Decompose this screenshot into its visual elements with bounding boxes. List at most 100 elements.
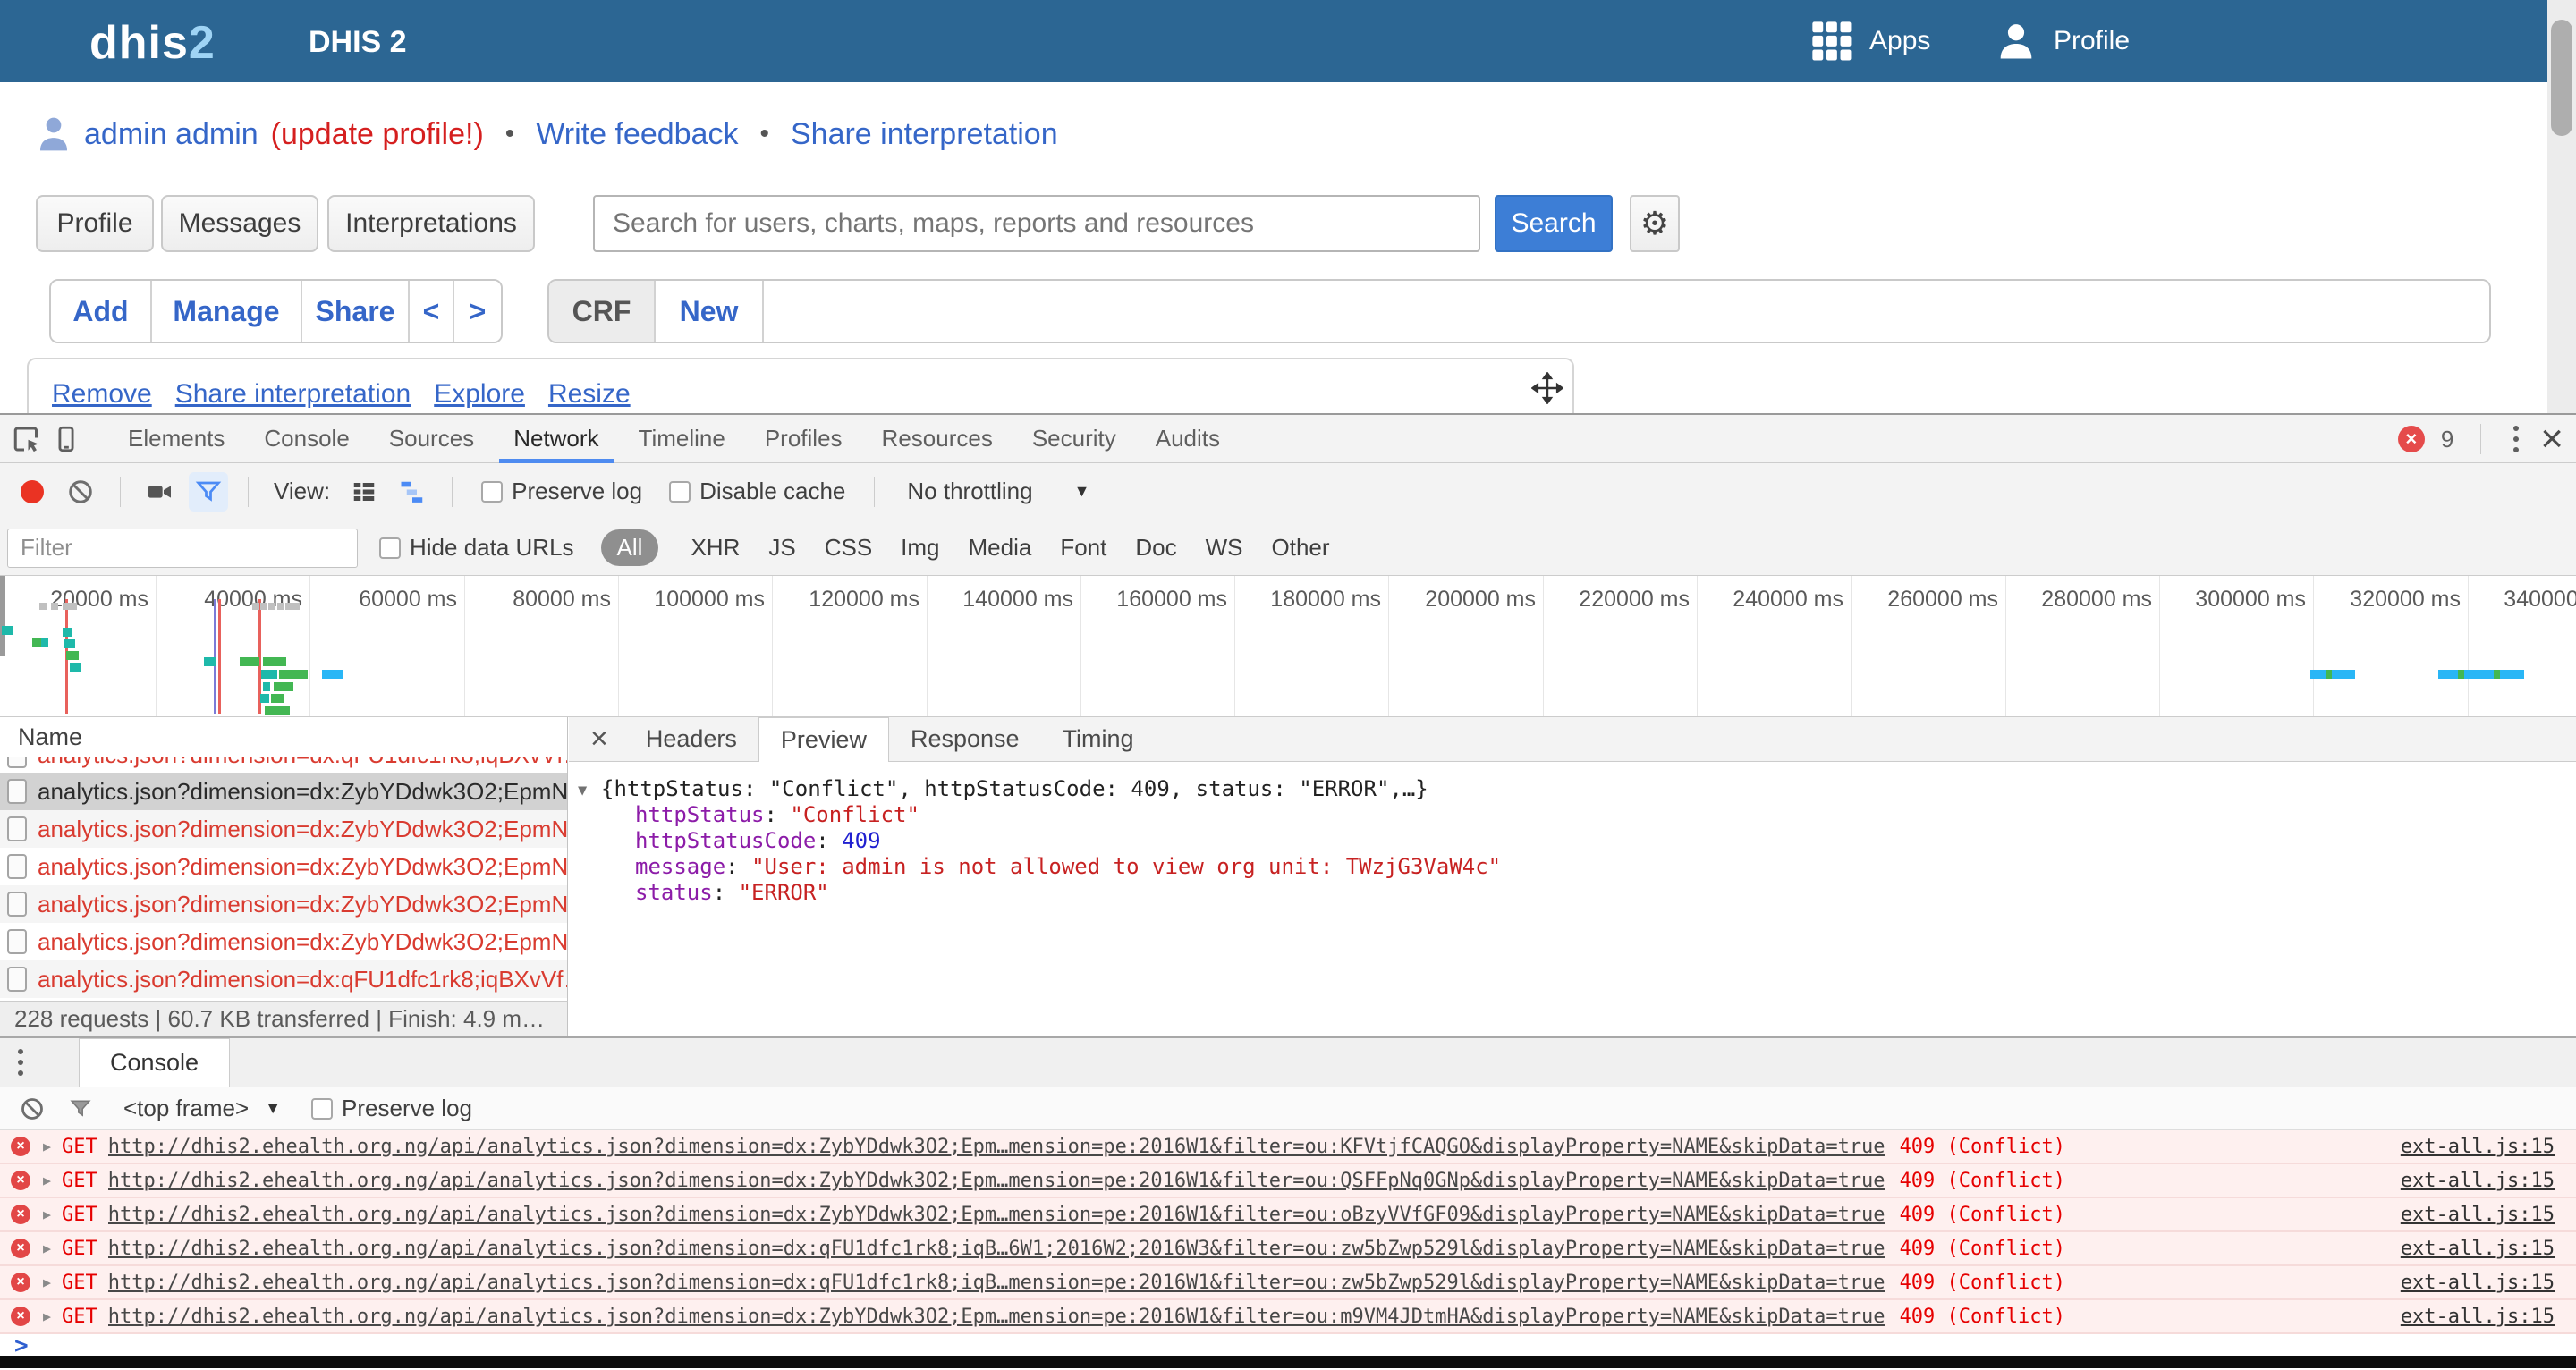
request-url-link[interactable]: http://dhis2.ehealth.org.ng/api/analytic… [108,1306,1885,1328]
request-url-link[interactable]: http://dhis2.ehealth.org.ng/api/analytic… [108,1170,1885,1192]
preserve-log-checkbox[interactable]: Preserve log [481,478,642,505]
dhis2-logo[interactable]: dhis2 [89,16,216,70]
clear-icon[interactable] [61,472,100,512]
settings-button[interactable]: ⚙ [1630,195,1680,252]
devtools-tab[interactable]: Network [494,415,618,463]
detail-tab[interactable]: Timing [1041,717,1156,761]
tab-console[interactable]: Console [79,1038,230,1087]
filter-type[interactable]: Doc [1121,534,1191,562]
interpretations-button[interactable]: Interpretations [327,195,535,252]
profile-menu-button[interactable]: Profile [1993,0,2130,82]
detail-tab[interactable]: Preview [758,717,889,762]
scrollbar-thumb[interactable] [2551,20,2572,136]
source-location-link[interactable]: ext-all.js:15 [2401,1272,2555,1294]
expand-icon[interactable]: ▶ [43,1240,51,1256]
view-list-icon[interactable] [344,472,384,512]
filter-type[interactable]: JS [754,534,809,562]
source-location-link[interactable]: ext-all.js:15 [2401,1170,2555,1192]
close-detail-icon[interactable]: × [578,722,621,757]
source-location-link[interactable]: ext-all.js:15 [2401,1204,2555,1226]
filter-type[interactable]: CSS [810,534,886,562]
filter-type[interactable]: WS [1191,534,1258,562]
network-filter-input[interactable] [7,529,358,568]
network-request-row[interactable]: analytics.json?dimension=dx:qFU1dfc1rk8;… [0,757,567,773]
expand-icon[interactable]: ▶ [43,1138,51,1154]
checkbox-icon[interactable] [481,481,503,503]
expand-icon[interactable]: ▶ [43,1274,51,1290]
record-icon[interactable] [13,472,52,512]
request-url-link[interactable]: http://dhis2.ehealth.org.ng/api/analytic… [108,1204,1885,1226]
next-button[interactable]: > [454,281,501,342]
apps-menu-button[interactable]: Apps [1809,0,1930,82]
messages-button[interactable]: Messages [161,195,318,252]
devtools-tab[interactable]: Security [1013,415,1136,463]
console-filter-icon[interactable] [61,1089,100,1129]
clear-console-icon[interactable] [13,1089,52,1129]
network-request-row[interactable]: analytics.json?dimension=dx:ZybYDdwk3O2;… [0,923,567,960]
share-button[interactable]: Share [302,281,410,342]
hide-data-urls-checkbox[interactable]: Hide data URLs [379,534,574,562]
devtools-tab[interactable]: Resources [862,415,1013,463]
console-preserve-log-checkbox[interactable]: Preserve log [311,1095,472,1122]
throttling-dropdown[interactable]: No throttling ▼ [907,478,1089,505]
add-button[interactable]: Add [51,281,152,342]
view-waterfall-icon[interactable] [393,472,432,512]
search-input[interactable] [593,195,1480,252]
request-url-link[interactable]: http://dhis2.ehealth.org.ng/api/analytic… [108,1272,1885,1294]
device-toolbar-icon[interactable] [47,419,86,459]
checkbox-icon[interactable] [379,537,401,559]
devtools-tab[interactable]: Sources [369,415,494,463]
write-feedback-link[interactable]: Write feedback [536,117,738,152]
checkbox-icon[interactable] [311,1098,333,1120]
devtools-close-icon[interactable]: × [2540,419,2563,459]
devtools-tab[interactable]: Profiles [745,415,862,463]
console-prompt[interactable]: > [0,1334,2576,1357]
devtools-tab[interactable]: Audits [1136,415,1240,463]
manage-button[interactable]: Manage [152,281,302,342]
network-request-row[interactable]: analytics.json?dimension=dx:ZybYDdwk3O2;… [0,848,567,885]
source-location-link[interactable]: ext-all.js:15 [2401,1306,2555,1328]
request-url-link[interactable]: http://dhis2.ehealth.org.ng/api/analytic… [108,1238,1885,1260]
json-root-node[interactable]: ▼ {httpStatus: "Conflict", httpStatusCod… [578,776,2576,802]
request-url-link[interactable]: http://dhis2.ehealth.org.ng/api/analytic… [108,1136,1885,1158]
widget-link[interactable]: Resize [548,379,631,410]
share-interpretation-link[interactable]: Share interpretation [791,117,1058,152]
prev-button[interactable]: < [410,281,454,342]
network-request-row[interactable]: analytics.json?dimension=dx:ZybYDdwk3O2;… [0,810,567,848]
devtools-tab[interactable]: Timeline [619,415,745,463]
tab-new[interactable]: New [656,281,764,342]
tab-crf[interactable]: CRF [549,281,656,342]
move-handle-icon[interactable] [1531,372,1563,404]
profile-button[interactable]: Profile [36,195,154,252]
filter-type[interactable]: Font [1046,534,1121,562]
filter-type[interactable]: Img [886,534,953,562]
network-overview-timeline[interactable]: 20000 ms 40000 ms 60000 ms 80000 ms [0,576,2576,717]
source-location-link[interactable]: ext-all.js:15 [2401,1136,2555,1158]
user-name-link[interactable]: admin admin [84,117,258,152]
network-request-row[interactable]: analytics.json?dimension=dx:ZybYDdwk3O2;… [0,773,567,810]
expand-icon[interactable]: ▶ [43,1206,51,1222]
frame-selector-dropdown[interactable]: <top frame> [123,1095,249,1122]
detail-tab[interactable]: Headers [624,717,758,761]
inspect-element-icon[interactable] [7,419,47,459]
devtools-tab[interactable]: Elements [108,415,244,463]
network-request-row[interactable]: analytics.json?dimension=dx:qFU1dfc1rk8;… [0,960,567,998]
expand-icon[interactable]: ▶ [43,1308,51,1324]
checkbox-icon[interactable] [669,481,691,503]
drawer-menu-icon[interactable] [13,1038,29,1087]
widget-link[interactable]: Share interpretation [175,379,411,410]
widget-link[interactable]: Explore [434,379,525,410]
detail-tab[interactable]: Response [889,717,1041,761]
chevron-down-icon[interactable]: ▼ [265,1099,281,1118]
disable-cache-checkbox[interactable]: Disable cache [669,478,845,505]
filter-type-all[interactable]: All [601,529,659,566]
filter-type[interactable]: XHR [676,534,754,562]
name-column-header[interactable]: Name [0,717,567,757]
expander-icon[interactable]: ▼ [578,778,587,804]
widget-link[interactable]: Remove [52,379,152,410]
filter-type[interactable]: Other [1258,534,1344,562]
filter-type[interactable]: Media [954,534,1046,562]
filter-icon[interactable] [189,472,228,512]
expand-icon[interactable]: ▶ [43,1172,51,1188]
update-profile-link[interactable]: (update profile!) [271,117,484,152]
